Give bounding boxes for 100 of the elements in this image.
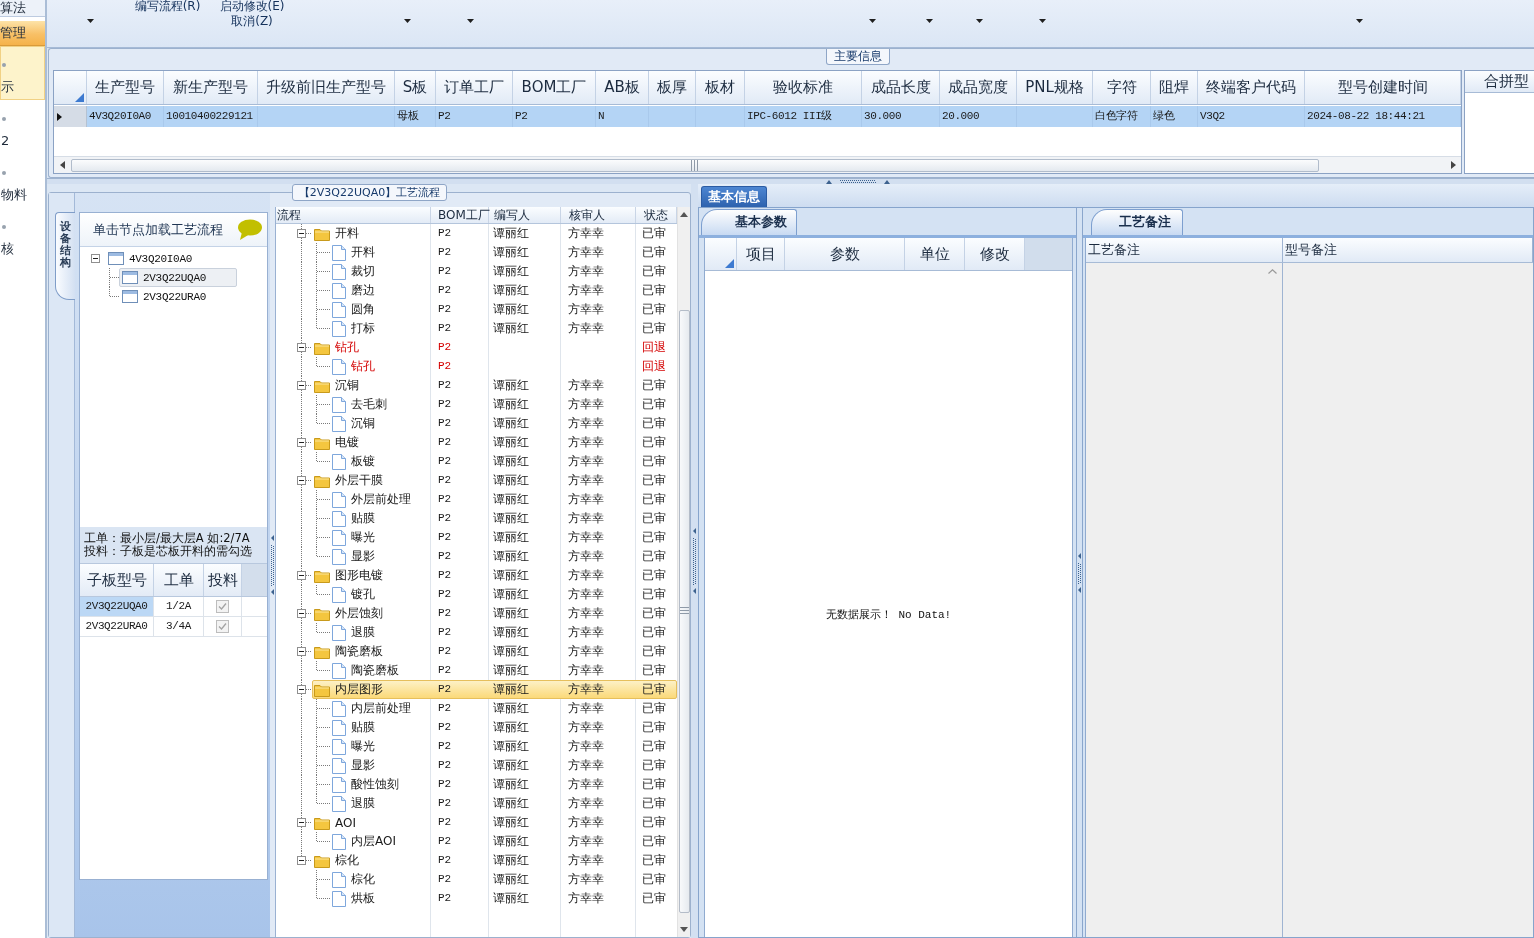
minus-box-icon[interactable] xyxy=(297,476,306,485)
minus-box-icon[interactable] xyxy=(297,229,306,238)
tree-row[interactable]: 电镀 P2 谭丽红 方幸幸 已审 xyxy=(312,433,677,452)
minus-box-icon[interactable] xyxy=(297,571,306,580)
splitter-handle[interactable] xyxy=(826,178,890,185)
column-header[interactable]: 新生产型号 xyxy=(164,71,258,104)
tree-row[interactable]: 外层干膜 P2 谭丽红 方幸幸 已审 xyxy=(312,471,677,490)
column-header[interactable]: 项目 xyxy=(737,238,785,270)
column-header[interactable]: 流程 xyxy=(276,207,431,223)
tree-row[interactable]: 圆角 P2 谭丽红 方幸幸 已审 xyxy=(330,300,677,319)
tree-row[interactable]: 开料 P2 谭丽红 方幸幸 已审 xyxy=(312,224,677,243)
tree-row[interactable]: 曝光 P2 谭丽红 方幸幸 已审 xyxy=(330,528,677,547)
tree-row[interactable]: 打标 P2 谭丽红 方幸幸 已审 xyxy=(330,319,677,338)
caret-icon[interactable] xyxy=(926,19,933,23)
tree-row[interactable]: 烘板 P2 谭丽红 方幸幸 已审 xyxy=(330,889,677,908)
column-header[interactable]: 型号创建时间 xyxy=(1305,71,1461,104)
caret-icon[interactable] xyxy=(87,19,94,23)
minus-box-icon[interactable] xyxy=(297,343,306,352)
tree-row[interactable]: 棕化 P2 谭丽红 方幸幸 已审 xyxy=(312,851,677,870)
column-header[interactable]: 验收标准 xyxy=(745,71,862,104)
tree-row[interactable]: 退膜 P2 谭丽红 方幸幸 已审 xyxy=(330,623,677,642)
nav-item[interactable]: 2 xyxy=(0,100,45,154)
column-header[interactable]: 订单工厂 xyxy=(436,71,513,104)
arrow-left-icon[interactable] xyxy=(60,161,65,169)
column-header[interactable]: 升级前旧生产型号 xyxy=(258,71,395,104)
column-header[interactable]: 终端客户代码 xyxy=(1198,71,1305,104)
column-header[interactable]: 阻焊 xyxy=(1151,71,1198,104)
minus-box-icon[interactable] xyxy=(91,254,100,263)
minus-box-icon[interactable] xyxy=(297,647,306,656)
tree-row[interactable]: 图形电镀 P2 谭丽红 方幸幸 已审 xyxy=(312,566,677,585)
column-header[interactable]: 成品宽度 xyxy=(940,71,1017,104)
horizontal-scrollbar[interactable] xyxy=(54,156,1461,173)
tab[interactable]: 基本信息 xyxy=(701,186,767,207)
scroll-thumb[interactable] xyxy=(71,158,1319,172)
tree-row[interactable]: 开料 P2 谭丽红 方幸幸 已审 xyxy=(330,243,677,262)
column-header[interactable]: 编写人 xyxy=(489,207,561,223)
caret-icon[interactable] xyxy=(404,19,411,23)
tree-row[interactable]: 陶瓷磨板 P2 谭丽红 方幸幸 已审 xyxy=(312,642,677,661)
tree-row[interactable]: 酸性蚀刻 P2 谭丽红 方幸幸 已审 xyxy=(330,775,677,794)
column-header[interactable]: BOM工厂 xyxy=(513,71,596,104)
tree-row[interactable]: 棕化 P2 谭丽红 方幸幸 已审 xyxy=(330,870,677,889)
arrow-down-icon[interactable] xyxy=(680,927,688,932)
minus-box-icon[interactable] xyxy=(297,685,306,694)
column-header[interactable]: 工艺备注 xyxy=(1086,238,1283,262)
caret-icon[interactable] xyxy=(976,19,983,23)
toolbar-button[interactable]: 启动修改(E) 取消(Z) xyxy=(212,0,292,29)
caret-icon[interactable] xyxy=(467,19,474,23)
tree-row[interactable]: 磨边 P2 谭丽红 方幸幸 已审 xyxy=(330,281,677,300)
nav-item[interactable]: 算法 xyxy=(0,0,45,17)
column-header[interactable]: 参数 xyxy=(785,238,905,270)
tree-node[interactable]: 2V3Q22UQA0 xyxy=(119,268,237,287)
column-header[interactable]: 型号备注 xyxy=(1283,238,1533,262)
table-row[interactable]: 4V3Q20I0A0 10010400229121 母板 P2 P2 N IPC-6012 III级 30.000 20.000 白色字符 绿色 V3Q2 2024-08-22 18:44:21 xyxy=(54,106,1461,127)
scroll-thumb[interactable] xyxy=(678,310,690,913)
column-header[interactable]: AB板 xyxy=(596,71,649,104)
minus-box-icon[interactable] xyxy=(297,438,306,447)
minus-box-icon[interactable] xyxy=(297,818,306,827)
tree-row[interactable]: 退膜 P2 谭丽红 方幸幸 已审 xyxy=(330,794,677,813)
tree-row[interactable]: 显影 P2 谭丽红 方幸幸 已审 xyxy=(330,756,677,775)
tab[interactable]: 基本参数 xyxy=(701,209,797,235)
nav-item[interactable]: 示 xyxy=(0,46,45,100)
column-header[interactable]: BOM工厂 xyxy=(431,207,489,223)
column-header[interactable]: 核审人 xyxy=(561,207,636,223)
arrow-up-icon[interactable] xyxy=(680,212,688,217)
tree-row[interactable]: AOI P2 谭丽红 方幸幸 已审 xyxy=(312,813,677,832)
toolbar-button[interactable]: 编写流程(R) xyxy=(129,0,206,14)
caret-icon[interactable] xyxy=(869,19,876,23)
tree-row[interactable]: 去毛刺 P2 谭丽红 方幸幸 已审 xyxy=(330,395,677,414)
tree-row[interactable]: 钻孔 P2 回退 xyxy=(330,357,677,376)
tree-row[interactable]: 外层蚀刻 P2 谭丽红 方幸幸 已审 xyxy=(312,604,677,623)
tree-node[interactable]: 2V3Q22URA0 xyxy=(119,287,237,306)
minus-box-icon[interactable] xyxy=(297,856,306,865)
column-header[interactable]: 板厚 xyxy=(649,71,696,104)
tree-row[interactable]: 外层前处理 P2 谭丽红 方幸幸 已审 xyxy=(330,490,677,509)
tab[interactable]: 工艺备注 xyxy=(1091,209,1183,235)
nav-item[interactable]: 物料 xyxy=(0,154,45,208)
nav-item[interactable]: 核 xyxy=(0,208,45,262)
column-header[interactable]: 工单 xyxy=(154,564,204,596)
column-header[interactable]: 生产型号 xyxy=(87,71,164,104)
splitter-handle[interactable] xyxy=(270,535,275,595)
arrow-right-icon[interactable] xyxy=(1451,161,1456,169)
column-header[interactable]: PNL规格 xyxy=(1017,71,1093,104)
nav-item[interactable]: 管理 xyxy=(0,21,45,46)
tree-row[interactable]: 曝光 P2 谭丽红 方幸幸 已审 xyxy=(330,737,677,756)
column-header[interactable]: 板材 xyxy=(696,71,745,104)
tree-row[interactable]: 陶瓷磨板 P2 谭丽红 方幸幸 已审 xyxy=(330,661,677,680)
column-header[interactable]: 合拼型 xyxy=(1465,71,1534,93)
caret-icon[interactable] xyxy=(1039,19,1046,23)
column-header[interactable]: 子板型号 xyxy=(80,564,154,596)
tree-row[interactable]: 内层图形 P2 谭丽红 方幸幸 已审 xyxy=(312,680,677,699)
tree-row[interactable]: 贴膜 P2 谭丽红 方幸幸 已审 xyxy=(330,509,677,528)
tree-row[interactable]: 镀孔 P2 谭丽红 方幸幸 已审 xyxy=(330,585,677,604)
tree-row[interactable]: 沉铜 P2 谭丽红 方幸幸 已审 xyxy=(312,376,677,395)
tree-row[interactable]: 内层前处理 P2 谭丽红 方幸幸 已审 xyxy=(330,699,677,718)
tree-row[interactable]: 显影 P2 谭丽红 方幸幸 已审 xyxy=(330,547,677,566)
column-header[interactable]: S板 xyxy=(395,71,436,104)
column-header[interactable]: 单位 xyxy=(905,238,965,270)
vertical-tab[interactable]: 设备结构 xyxy=(55,212,75,300)
column-header[interactable]: 成品长度 xyxy=(862,71,940,104)
tree-row[interactable]: 沉铜 P2 谭丽红 方幸幸 已审 xyxy=(330,414,677,433)
